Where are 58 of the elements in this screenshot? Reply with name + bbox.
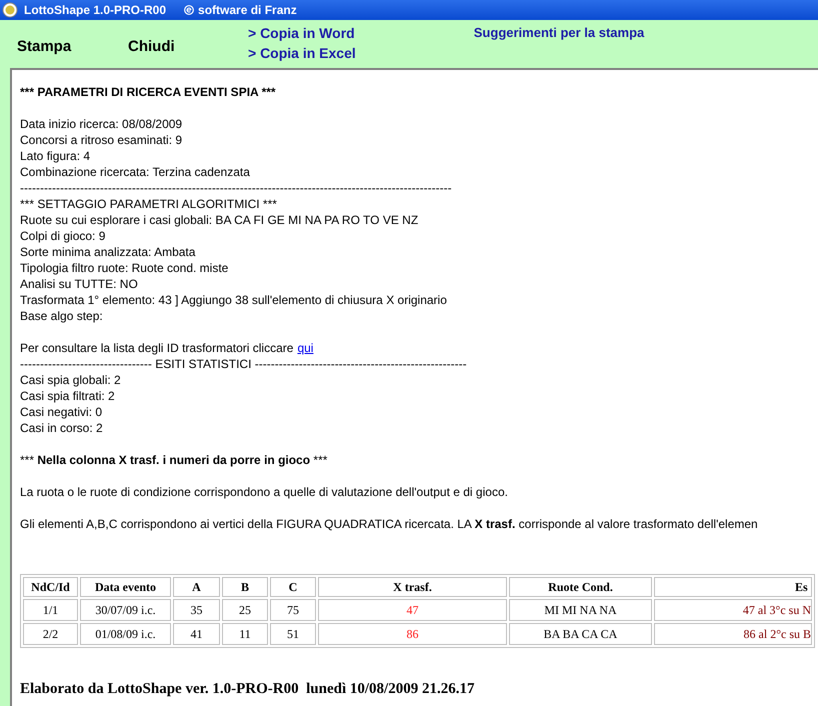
report-line: Casi negativi: 0: [20, 405, 102, 419]
report-footer: Elaborato da LottoShape ver. 1.0-PRO-R00 lunedì 10/08/2009 21.26.17: [20, 678, 474, 700]
report-line: Lato figura: 4: [20, 149, 90, 163]
table-cell: 41: [173, 623, 220, 645]
copy-link[interactable]: > Copia in Excel: [248, 43, 356, 63]
report-line: ------------------------------------------------------------------------------------------------------------: [20, 181, 452, 195]
column-header: NdC/Id: [23, 577, 78, 597]
table-cell: 51: [270, 623, 316, 645]
table-cell: 01/08/09 i.c.: [80, 623, 171, 645]
table-cell: 86 al 2°c su B: [654, 623, 812, 645]
report-line: Gli elementi A,B,C corrispondono ai vertici della FIGURA QUADRATICA ricercata. LA X trasf. corrisponde al valore trasformato dell'elemen: [20, 517, 758, 531]
report-line: Combinazione ricercata: Terzina cadenzata: [20, 165, 250, 179]
report-line: Tipologia filtro ruote: Ruote cond. miste: [20, 261, 228, 275]
app-icon: [2, 2, 18, 18]
column-header: Es: [654, 577, 812, 597]
credit-text: software di Franz: [198, 2, 297, 19]
report-line: Analisi su TUTTE: NO: [20, 277, 138, 291]
column-header: Data evento: [80, 577, 171, 597]
table-cell: MI MI NA NA: [509, 599, 652, 621]
table-cell: 86: [318, 623, 507, 645]
column-header: X trasf.: [318, 577, 507, 597]
column-header: A: [173, 577, 220, 597]
column-header: B: [222, 577, 268, 597]
close-button[interactable]: Chiudi: [128, 36, 228, 58]
table-cell: 30/07/09 i.c.: [80, 599, 171, 621]
report-heading: *** PARAMETRI DI RICERCA EVENTI SPIA ***: [20, 85, 276, 99]
print-button[interactable]: Stampa: [17, 36, 128, 58]
column-header: C: [270, 577, 316, 597]
report-line: Sorte minima analizzata: Ambata: [20, 245, 196, 259]
table-cell: 25: [222, 599, 268, 621]
report-line: --------------------------------- ESITI STATISTICI -----------------------------------------------------: [20, 357, 467, 371]
table-cell: 47 al 3°c su N: [654, 599, 812, 621]
print-tips-link[interactable]: Suggerimenti per la stampa: [474, 23, 644, 42]
link[interactable]: qui: [297, 341, 314, 355]
report-line: Casi spia filtrati: 2: [20, 389, 115, 403]
report-line: Concorsi a ritroso esaminati: 9: [20, 133, 182, 147]
window-title: LottoShape 1.0-PRO-R00: [24, 2, 166, 19]
column-header: Ruote Cond.: [509, 577, 652, 597]
table-cell: 75: [270, 599, 316, 621]
report-line: Per consultare la lista degli ID trasformatori cliccare: [20, 341, 294, 355]
copy-link[interactable]: > Copia in Word: [248, 23, 356, 43]
report-line: Ruote su cui esplorare i casi globali: BA CA FI GE MI NA PA RO TO VE NZ: [20, 213, 418, 227]
table-cell: 35: [173, 599, 220, 621]
report-line: Data inizio ricerca: 08/08/2009: [20, 117, 182, 131]
report-line: *** SETTAGGIO PARAMETRI ALGORITMICI ***: [20, 197, 277, 211]
report-line: Casi spia globali: 2: [20, 373, 121, 387]
copyright-icon: [184, 5, 194, 15]
table-cell: 11: [222, 623, 268, 645]
report-line: Casi in corso: 2: [20, 421, 103, 435]
report-line: Colpi di gioco: 9: [20, 229, 106, 243]
report-line: La ruota o le ruote di condizione corrispondono a quelle di valutazione dell'output e di gioco.: [20, 485, 508, 499]
table-cell: 1/1: [23, 599, 78, 621]
table-cell: 47: [318, 599, 507, 621]
table-cell: 2/2: [23, 623, 78, 645]
table-cell: BA BA CA CA: [509, 623, 652, 645]
report-line: Trasformata 1° elemento: 43 ] Aggiungo 38 sull'elemento di chiusura X originario: [20, 293, 447, 307]
report-line: Base algo step:: [20, 309, 103, 323]
report-line: *** Nella colonna X trasf. i numeri da porre in gioco ***: [20, 453, 328, 467]
